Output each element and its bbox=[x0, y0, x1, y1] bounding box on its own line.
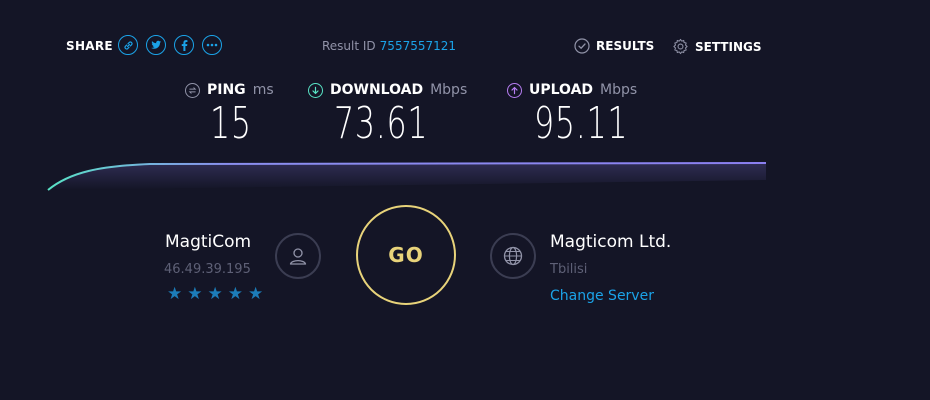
star-icon[interactable]: ★ bbox=[248, 286, 263, 303]
upload-label: UPLOAD bbox=[529, 82, 594, 98]
speed-graph-fill bbox=[48, 163, 766, 190]
upload-unit: Mbps bbox=[600, 82, 638, 98]
ping-label: PING bbox=[207, 82, 246, 98]
settings-label: SETTINGS bbox=[695, 39, 762, 54]
change-server-link[interactable]: Change Server bbox=[550, 288, 654, 304]
star-icon[interactable]: ★ bbox=[208, 286, 223, 303]
ping-header: PING ms bbox=[185, 82, 274, 98]
upload-header: UPLOAD Mbps bbox=[507, 82, 637, 98]
link-icon[interactable] bbox=[118, 35, 138, 55]
share-label: SHARE bbox=[66, 39, 113, 53]
result-id-value[interactable]: 7557557121 bbox=[380, 39, 456, 53]
result-id: Result ID 7557557121 bbox=[322, 39, 456, 53]
download-label: DOWNLOAD bbox=[330, 82, 424, 98]
isp-name: MagtiCom bbox=[165, 232, 252, 252]
star-icon[interactable]: ★ bbox=[187, 286, 202, 303]
facebook-icon[interactable] bbox=[174, 35, 194, 55]
gear-icon bbox=[673, 38, 688, 55]
download-unit: Mbps bbox=[430, 82, 468, 98]
upload-arrow-icon bbox=[507, 82, 522, 98]
results-button[interactable]: RESULTS bbox=[574, 38, 654, 54]
upload-value: 95.11 bbox=[534, 98, 629, 149]
server-name: Magticom Ltd. bbox=[550, 232, 672, 252]
result-id-label: Result ID bbox=[322, 39, 376, 53]
ping-unit: ms bbox=[252, 82, 274, 98]
globe-icon bbox=[490, 233, 536, 279]
download-header: DOWNLOAD Mbps bbox=[308, 82, 467, 98]
results-label: RESULTS bbox=[596, 39, 655, 53]
check-circle-icon bbox=[574, 38, 590, 54]
ping-icon bbox=[185, 82, 200, 98]
server-location: Tbilisi bbox=[550, 262, 588, 277]
more-icon[interactable] bbox=[202, 35, 222, 55]
ping-value: 15 bbox=[210, 98, 252, 149]
twitter-icon[interactable] bbox=[146, 35, 166, 55]
download-arrow-icon bbox=[308, 82, 323, 98]
go-button[interactable]: GO bbox=[356, 205, 456, 305]
user-icon bbox=[275, 233, 321, 279]
isp-ip: 46.49.39.195 bbox=[164, 262, 251, 277]
isp-rating[interactable]: ★ ★ ★ ★ ★ bbox=[167, 286, 263, 303]
speed-graph bbox=[47, 162, 767, 191]
star-icon[interactable]: ★ bbox=[228, 286, 243, 303]
settings-button[interactable]: SETTINGS bbox=[672, 38, 762, 55]
download-value: 73.61 bbox=[334, 98, 429, 149]
star-icon[interactable]: ★ bbox=[167, 286, 182, 303]
